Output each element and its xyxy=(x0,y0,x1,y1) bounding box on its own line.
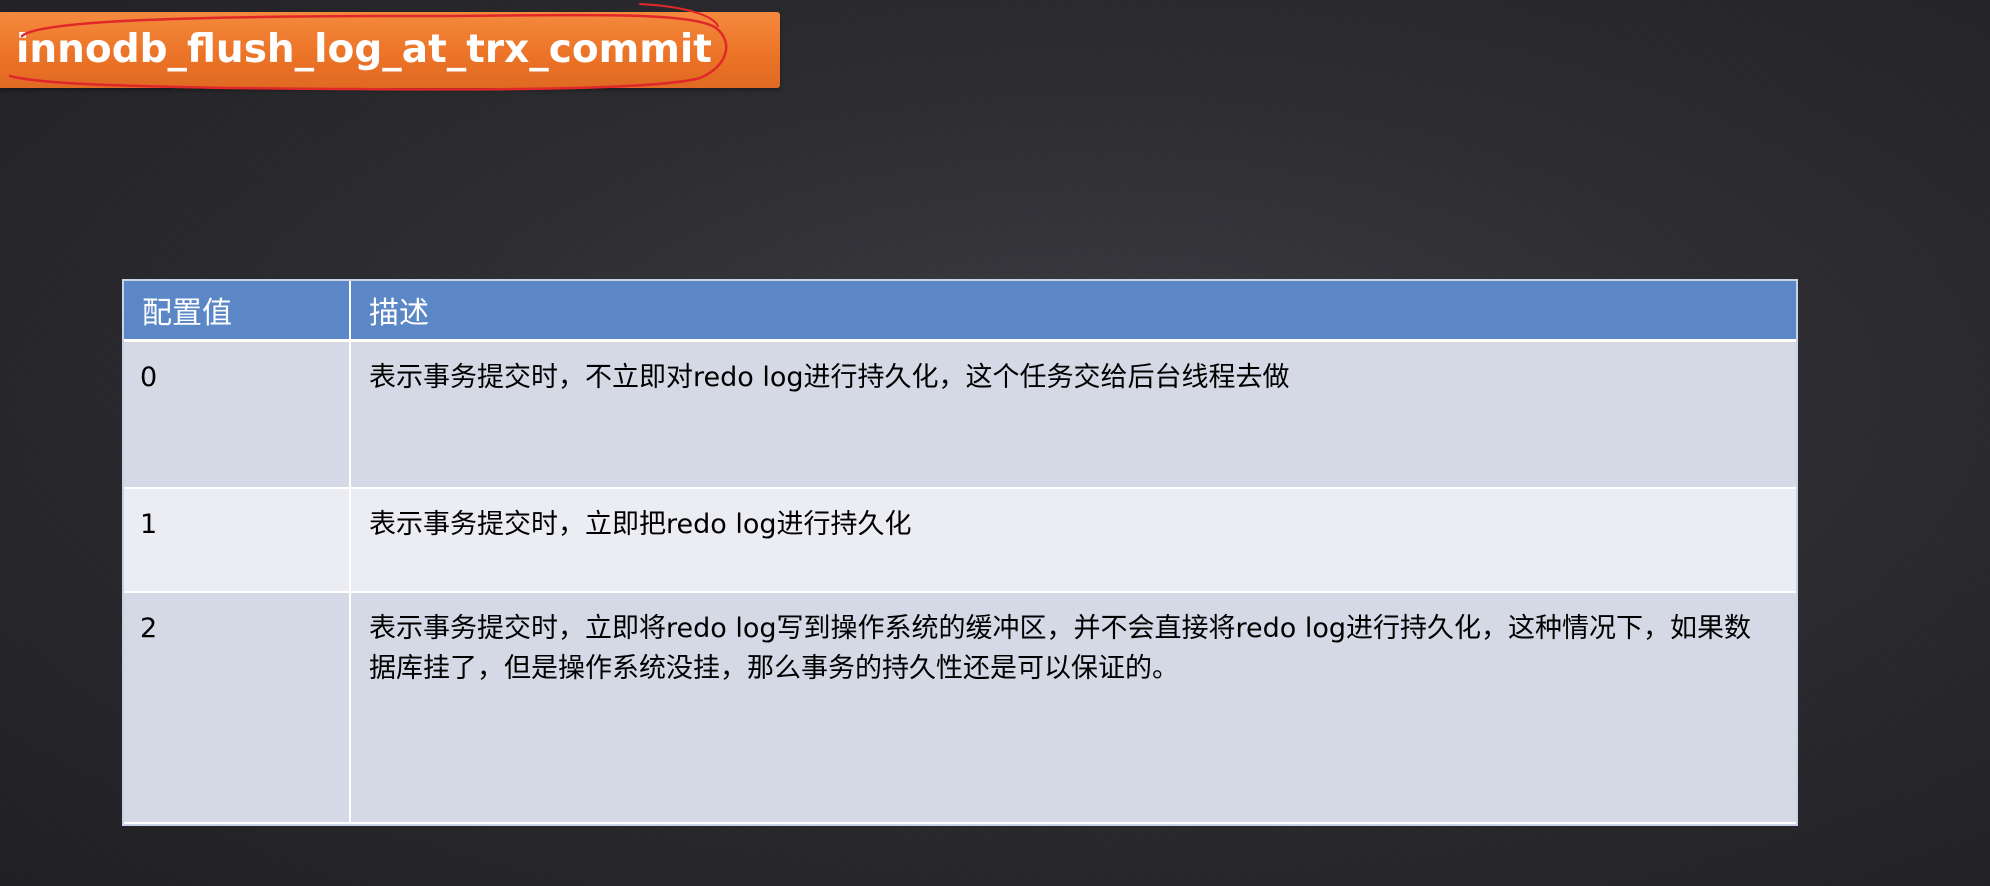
header-config-value: 配置值 xyxy=(124,281,351,342)
description-cell: 表示事务提交时，立即将redo log写到操作系统的缓冲区，并不会直接将redo… xyxy=(350,592,1796,824)
table-row: 1 表示事务提交时，立即把redo log进行持久化 xyxy=(124,488,1796,593)
config-value-cell: 2 xyxy=(124,592,351,824)
config-value-cell: 1 xyxy=(124,488,351,593)
table-header-row: 配置值 描述 xyxy=(124,281,1796,342)
slide-title: innodb_flush_log_at_trx_commit xyxy=(16,27,712,72)
header-description: 描述 xyxy=(350,281,1796,342)
config-value-cell: 0 xyxy=(124,340,351,489)
config-table: 配置值 描述 0 表示事务提交时，不立即对redo log进行持久化，这个任务交… xyxy=(124,281,1796,824)
description-cell: 表示事务提交时，立即把redo log进行持久化 xyxy=(350,488,1796,593)
table-row: 2 表示事务提交时，立即将redo log写到操作系统的缓冲区，并不会直接将re… xyxy=(124,592,1796,824)
table-row: 0 表示事务提交时，不立即对redo log进行持久化，这个任务交给后台线程去做 xyxy=(124,340,1796,489)
title-banner: innodb_flush_log_at_trx_commit xyxy=(0,12,780,88)
description-cell: 表示事务提交时，不立即对redo log进行持久化，这个任务交给后台线程去做 xyxy=(350,340,1796,489)
